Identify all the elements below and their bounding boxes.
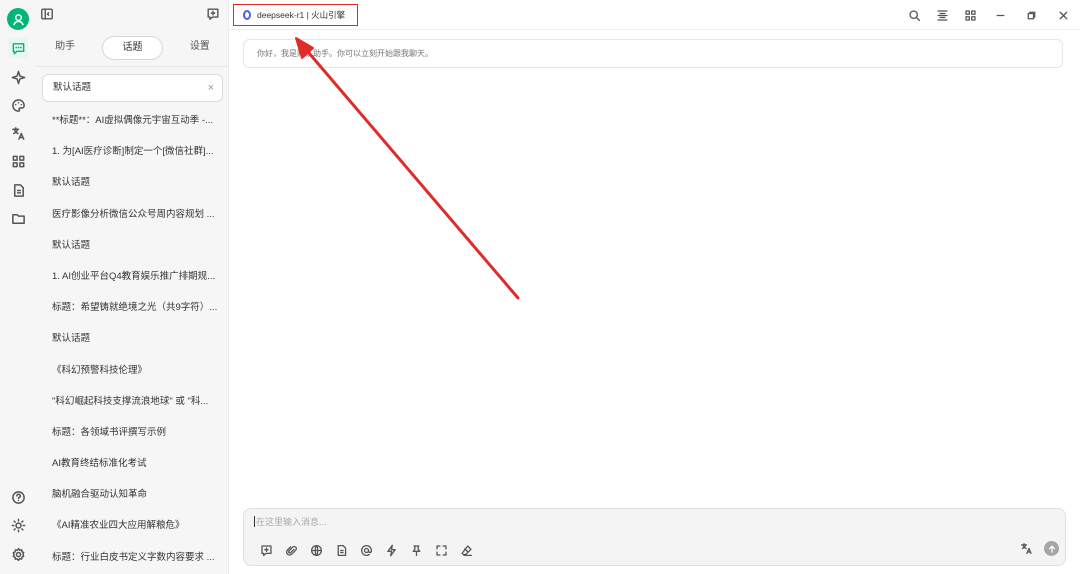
model-logo-icon <box>243 10 251 20</box>
restore-button[interactable] <box>1022 6 1040 24</box>
pin-button[interactable] <box>404 542 429 558</box>
message-composer: 在这里输入消息... <box>243 508 1066 566</box>
user-avatar[interactable] <box>7 8 29 30</box>
topic-item[interactable]: 医疗影像分析微信公众号周内容规划 ... <box>36 199 229 230</box>
topic-item[interactable]: 默认话题 <box>36 323 229 354</box>
fullscreen-button[interactable] <box>429 542 454 558</box>
topic-item[interactable]: 脑机融合驱动认知革命 <box>36 479 229 510</box>
rail-paint-button[interactable] <box>8 95 28 115</box>
apps-button[interactable] <box>961 6 979 24</box>
app-window: 助手 话题 设置 默认话题 × **标题**：AI虚拟偶像元宇宙互动季 -...… <box>0 0 1080 574</box>
chat-icon <box>12 42 24 54</box>
knowledge-icon <box>337 544 347 556</box>
expand-button[interactable] <box>933 6 951 24</box>
paperclip-icon <box>286 545 297 556</box>
send-button[interactable] <box>1044 541 1059 556</box>
sidebar-toggle-button[interactable] <box>40 7 54 26</box>
new-topic-button[interactable] <box>206 7 220 26</box>
grid-icon <box>12 155 24 167</box>
composer-toolbar <box>254 542 479 558</box>
rail-files-button[interactable] <box>8 180 28 200</box>
sparkle-icon <box>11 70 25 84</box>
model-label: deepseek-r1 | 火山引擎 <box>257 10 346 20</box>
new-chat-icon <box>207 8 219 20</box>
title-bar: deepseek-r1 | 火山引擎 <box>229 0 1080 30</box>
topic-item[interactable]: 1. 为[AI医疗诊断]制定一个[微信社群]... <box>36 136 229 167</box>
topic-item[interactable]: **标题**：AI虚拟偶像元宇宙互动季 -... <box>36 105 229 136</box>
chat-area: 你好，我是默认助手。你可以立刻开始跟我聊天。 在这里输入消息... <box>229 30 1080 574</box>
globe-icon <box>310 544 323 556</box>
arrow-up-icon <box>1048 545 1055 553</box>
search-button[interactable] <box>905 6 923 24</box>
topic-item[interactable]: AI教育终结标准化考试 <box>36 448 229 479</box>
rail-translate-button[interactable] <box>8 123 28 143</box>
expand-icon <box>936 9 948 21</box>
close-window-button[interactable] <box>1054 6 1072 24</box>
sidebar-header <box>36 0 228 30</box>
minimize-icon <box>996 14 1004 16</box>
search-icon <box>908 9 920 21</box>
rail-theme-button[interactable] <box>8 515 28 535</box>
restore-icon <box>1027 11 1035 19</box>
document-icon <box>13 183 24 197</box>
quick-phrases-button[interactable] <box>379 542 404 558</box>
tab-assistants[interactable]: 助手 <box>36 36 94 60</box>
translate-icon <box>11 126 24 140</box>
topic-item-active[interactable]: 默认话题 × <box>42 74 223 102</box>
clear-button[interactable] <box>454 542 479 558</box>
fullscreen-icon <box>436 544 447 556</box>
topic-list: 默认话题 × **标题**：AI虚拟偶像元宇宙互动季 -... 1. 为[AI医… <box>36 74 229 573</box>
topic-item[interactable]: 1. AI创业平台Q4教育娱乐推广排期规... <box>36 261 229 292</box>
folder-icon <box>11 213 25 224</box>
tab-topics[interactable]: 话题 <box>102 36 163 60</box>
rail-chat-button[interactable] <box>8 38 28 58</box>
eraser-icon <box>461 544 473 556</box>
topic-item[interactable]: "科幻崛起科技支撑流浪地球" 或 "科... <box>36 386 229 417</box>
close-icon <box>1059 11 1067 19</box>
pin-icon <box>412 544 421 556</box>
translate-button[interactable] <box>1020 542 1033 560</box>
text-caret <box>254 516 255 527</box>
topic-item[interactable]: 《科幻预警科技伦理》 <box>36 355 229 386</box>
apps-grid-icon <box>964 9 976 21</box>
translate-icon <box>1020 542 1032 555</box>
attach-button[interactable] <box>279 542 304 558</box>
sidebar-toggle-icon <box>41 8 53 20</box>
new-topic-icon <box>261 544 272 556</box>
topic-item[interactable]: 标题：各领域书评撰写示例 <box>36 417 229 448</box>
topic-item[interactable]: 标题：希望铸就绝境之光（共9字符）... <box>36 292 229 323</box>
minimize-button[interactable] <box>991 6 1009 24</box>
rail-agents-button[interactable] <box>8 67 28 87</box>
sidebar-tabs: 助手 话题 设置 <box>36 36 229 60</box>
tabs-divider <box>36 66 229 67</box>
help-icon <box>11 490 25 504</box>
message-input[interactable]: 在这里输入消息... <box>254 515 327 528</box>
model-selector[interactable]: deepseek-r1 | 火山引擎 <box>233 4 358 26</box>
assistant-greeting-message: 你好，我是默认助手。你可以立刻开始跟我聊天。 <box>243 39 1063 68</box>
web-search-button[interactable] <box>304 542 329 558</box>
tab-settings[interactable]: 设置 <box>171 36 229 60</box>
gear-icon <box>12 547 24 561</box>
sun-icon <box>11 518 25 532</box>
rail-help-button[interactable] <box>8 487 28 507</box>
new-topic-tool-button[interactable] <box>254 542 279 558</box>
close-icon[interactable]: × <box>208 75 214 101</box>
message-placeholder: 在这里输入消息... <box>256 517 327 527</box>
rail-settings-button[interactable] <box>8 544 28 564</box>
knowledge-base-button[interactable] <box>329 542 354 558</box>
topic-item[interactable]: 默认话题 <box>36 167 229 198</box>
topic-label: 默认话题 <box>53 82 92 93</box>
at-icon <box>360 544 373 556</box>
topic-item[interactable]: 标题：行业白皮书定义字数内容要求 ... <box>36 542 229 573</box>
lightning-icon <box>387 544 396 556</box>
palette-icon <box>11 98 25 112</box>
rail-apps-button[interactable] <box>8 151 28 171</box>
topics-sidebar: 助手 话题 设置 默认话题 × **标题**：AI虚拟偶像元宇宙互动季 -...… <box>36 0 229 574</box>
topic-item[interactable]: 《AI精准农业四大应用解粮危》 <box>36 510 229 541</box>
left-rail <box>0 0 36 574</box>
user-icon <box>12 13 24 25</box>
rail-folder-button[interactable] <box>8 208 28 228</box>
mention-button[interactable] <box>354 542 379 558</box>
topic-item[interactable]: 默认话题 <box>36 230 229 261</box>
